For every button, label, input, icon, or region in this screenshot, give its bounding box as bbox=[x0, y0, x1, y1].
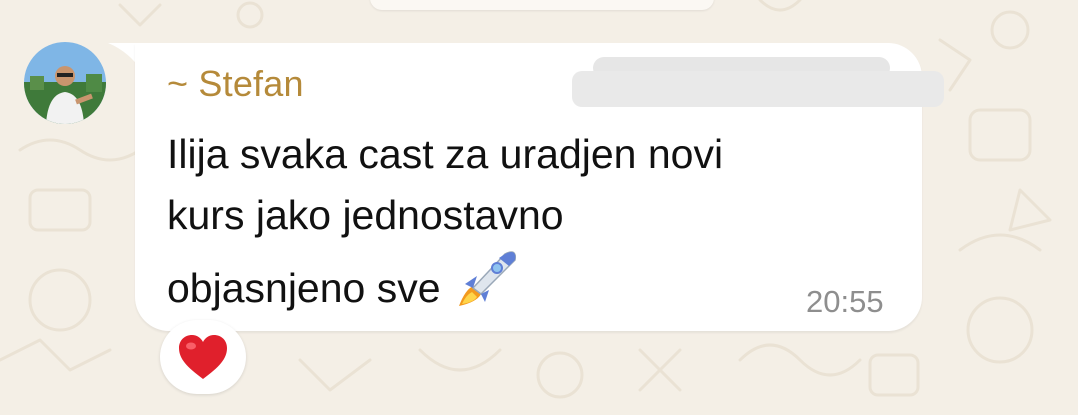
rocket-icon bbox=[458, 251, 516, 306]
sender-name[interactable]: ~ Stefan bbox=[167, 63, 304, 105]
date-pill bbox=[370, 0, 714, 10]
message-line-3: objasnjeno sve bbox=[167, 246, 857, 319]
avatar[interactable] bbox=[24, 42, 106, 124]
message-line-3-text: objasnjeno sve bbox=[167, 265, 441, 311]
reaction-badge[interactable] bbox=[160, 320, 246, 394]
heart-icon bbox=[179, 335, 227, 379]
message-timestamp: 20:55 bbox=[806, 284, 884, 319]
redacted-phone-shadow bbox=[572, 71, 944, 107]
message-text: Ilija svaka cast za uradjen novi kurs ja… bbox=[167, 124, 857, 319]
message-line-1: Ilija svaka cast za uradjen novi bbox=[167, 131, 724, 177]
message-line-2: kurs jako jednostavno bbox=[167, 192, 564, 238]
avatar-photo bbox=[24, 42, 106, 124]
